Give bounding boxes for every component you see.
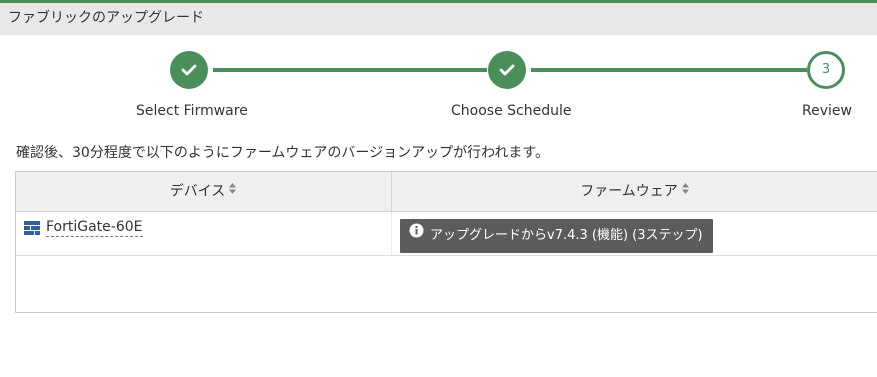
firmware-badge-label: アップグレードからv7.4.3 (機能) (3ステップ) (430, 228, 703, 243)
step-connector-1 (213, 68, 487, 72)
device-name-link[interactable]: FortiGate-60E (46, 219, 143, 237)
sort-icon[interactable] (681, 172, 690, 211)
column-label: デバイス (169, 183, 226, 200)
check-icon (499, 64, 515, 76)
info-icon (409, 218, 424, 252)
fortigate-device-icon (24, 221, 40, 240)
device-cell: FortiGate-60E (16, 212, 392, 255)
column-label: ファームウェア (580, 183, 678, 200)
upgrade-table: デバイス ファームウェア FortiGate-60E アップグレードからv7.4… (15, 171, 877, 313)
review-description: 確認後、30分程度で以下のようにファームウェアのバージョンアップが行われます。 (16, 145, 550, 161)
step-2-indicator (488, 51, 526, 89)
table-header: デバイス ファームウェア (16, 172, 877, 212)
step-3-label: Review (802, 103, 852, 119)
check-icon (181, 64, 197, 76)
step-1-label: Select Firmware (136, 103, 248, 119)
step-3-indicator: 3 (807, 51, 845, 89)
firmware-upgrade-badge[interactable]: アップグレードからv7.4.3 (機能) (3ステップ) (400, 219, 713, 253)
column-header-firmware[interactable]: ファームウェア (392, 172, 877, 211)
step-2-label: Choose Schedule (451, 103, 572, 119)
wizard-stepper: 3 Select Firmware Choose Schedule Review (0, 35, 877, 130)
column-header-device[interactable]: デバイス (16, 172, 392, 211)
sort-icon[interactable] (228, 172, 237, 211)
table-row[interactable]: FortiGate-60E アップグレードからv7.4.3 (機能) (3ステッ… (16, 212, 877, 256)
step-connector-2 (531, 68, 807, 72)
page-title: ファブリックのアップグレード (0, 3, 877, 35)
step-1-indicator (170, 51, 208, 89)
